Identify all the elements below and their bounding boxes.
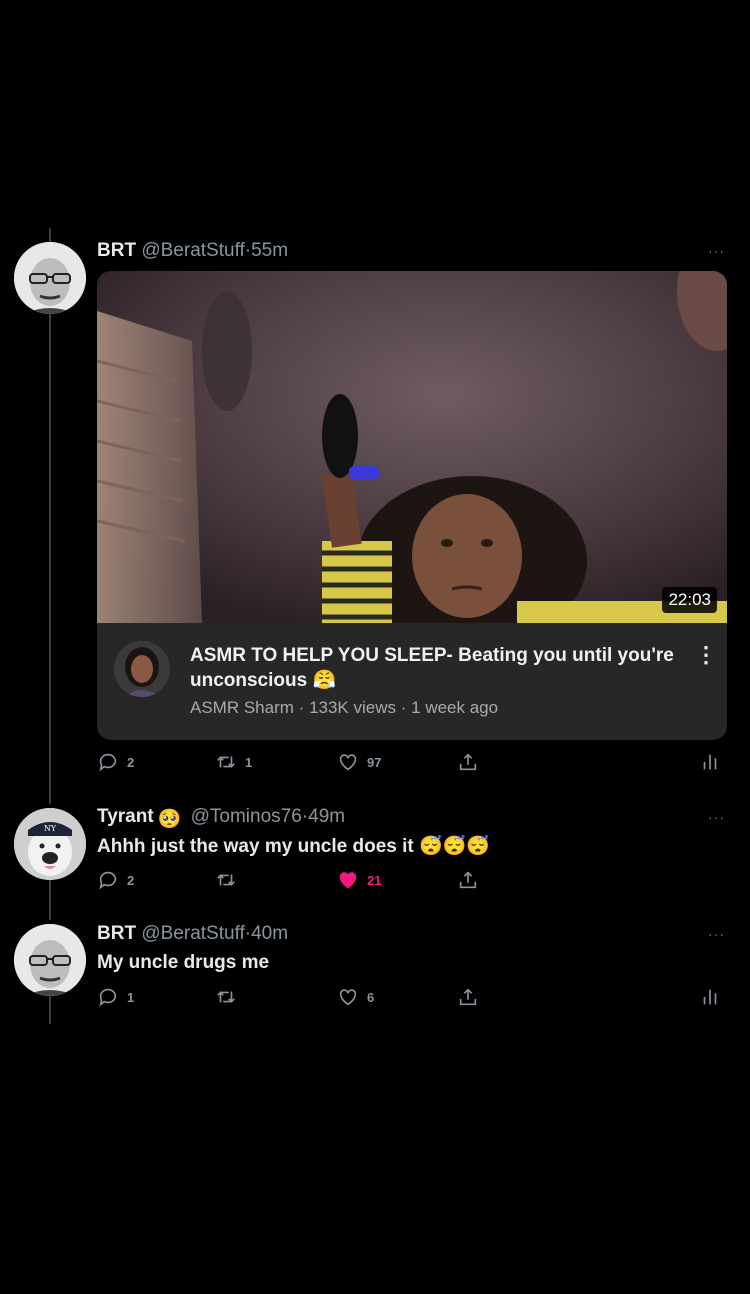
separator-dot: · [400, 698, 407, 717]
retweet-count: 1 [245, 754, 253, 770]
reply-icon [99, 871, 117, 890]
tweet-text: My uncle drugs me [97, 952, 270, 973]
display-name[interactable]: BRT [97, 923, 136, 944]
youtube-card[interactable]: 22:03 ASMR TO HELP YOU SLEEP- Beating yo… [97, 271, 727, 740]
share-icon [459, 753, 477, 771]
reply-count: 2 [127, 754, 135, 770]
like-icon [339, 872, 357, 889]
more-icon[interactable]: ··· [708, 926, 725, 942]
like-icon [339, 989, 357, 1006]
retweet-button[interactable] [215, 869, 245, 891]
like-icon [339, 754, 357, 771]
retweet-button[interactable]: 1 [215, 751, 252, 773]
video-title-text: ASMR TO HELP YOU SLEEP- Beating you unti… [190, 645, 674, 691]
reply-icon [99, 753, 117, 772]
more-icon[interactable]: ··· [708, 809, 725, 825]
share-icon [459, 871, 477, 889]
avatar[interactable] [14, 242, 86, 314]
tweet-header: BRT @BeratStuff·55m [97, 240, 288, 262]
sleeping-emojis: 😴😴😴 [419, 836, 490, 857]
video-title[interactable]: ASMR TO HELP YOU SLEEP- Beating you unti… [190, 643, 700, 693]
separator-dot: · [298, 698, 305, 717]
reply-button[interactable]: 1 [97, 986, 134, 1008]
tweet-actions: 1 6 [97, 986, 727, 1010]
channel-name[interactable]: ASMR Sharm [190, 698, 294, 717]
user-handle[interactable]: @Tominos76 [191, 806, 302, 827]
user-handle[interactable]: @BeratStuff [141, 923, 244, 944]
timestamp[interactable]: 40m [251, 923, 288, 944]
share-button[interactable] [457, 751, 479, 773]
analytics-button[interactable] [699, 986, 721, 1008]
avatar[interactable] [14, 924, 86, 996]
tweet-actions: 2 1 97 [97, 751, 727, 775]
video-meta: ASMR Sharm · 133K views · 1 week ago [190, 698, 498, 718]
video-thumbnail[interactable] [97, 271, 727, 623]
upload-age: 1 week ago [411, 698, 499, 717]
reply-icon [99, 988, 117, 1007]
tweet-actions: 2 21 [97, 869, 727, 893]
display-name[interactable]: BRT [97, 240, 136, 261]
reply-count: 2 [127, 872, 135, 888]
tweet-header: Tyrant 🥺 @Tominos76·49m [97, 806, 345, 831]
more-icon[interactable]: ··· [708, 243, 725, 259]
like-count: 21 [367, 872, 382, 888]
like-count: 97 [367, 754, 382, 770]
reply-button[interactable]: 2 [97, 751, 134, 773]
retweet-icon [217, 991, 235, 1003]
thread-line-top [49, 228, 51, 242]
tweet-text: Ahhh just the way my uncle does it 😴😴😴 [97, 834, 490, 858]
video-duration: 22:03 [662, 587, 717, 613]
share-button[interactable] [457, 869, 479, 891]
tweet-text-content: Ahhh just the way my uncle does it [97, 836, 414, 857]
channel-avatar[interactable] [114, 641, 170, 697]
like-button[interactable]: 97 [337, 751, 381, 773]
timestamp[interactable]: 49m [308, 806, 345, 827]
analytics-button[interactable] [699, 751, 721, 773]
display-name[interactable]: Tyrant [97, 806, 154, 827]
tweet-header: BRT @BeratStuff·40m [97, 923, 288, 945]
avatar[interactable]: NY [14, 808, 86, 880]
share-button[interactable] [457, 986, 479, 1008]
retweet-icon [217, 874, 235, 886]
thread-line-2 [49, 880, 51, 920]
timestamp[interactable]: 55m [251, 240, 288, 261]
pleading-emoji: 🥺 [157, 809, 182, 830]
like-button[interactable]: 21 [337, 869, 381, 891]
thread-line-3 [49, 996, 51, 1024]
user-handle[interactable]: @BeratStuff [141, 240, 244, 261]
reply-button[interactable]: 2 [97, 869, 134, 891]
like-count: 6 [367, 989, 375, 1005]
like-button[interactable]: 6 [337, 986, 374, 1008]
analytics-icon [703, 754, 717, 770]
reply-count: 1 [127, 989, 135, 1005]
view-count: 133K views [309, 698, 396, 717]
angry-emoji: 😤 [312, 670, 337, 691]
share-icon [459, 988, 477, 1006]
analytics-icon [703, 989, 717, 1005]
retweet-button[interactable] [215, 986, 245, 1008]
retweet-icon [217, 756, 235, 768]
thread-line-1 [49, 314, 51, 804]
video-menu-icon[interactable]: ⋮ [695, 644, 717, 666]
svg-text:NY: NY [44, 824, 57, 833]
